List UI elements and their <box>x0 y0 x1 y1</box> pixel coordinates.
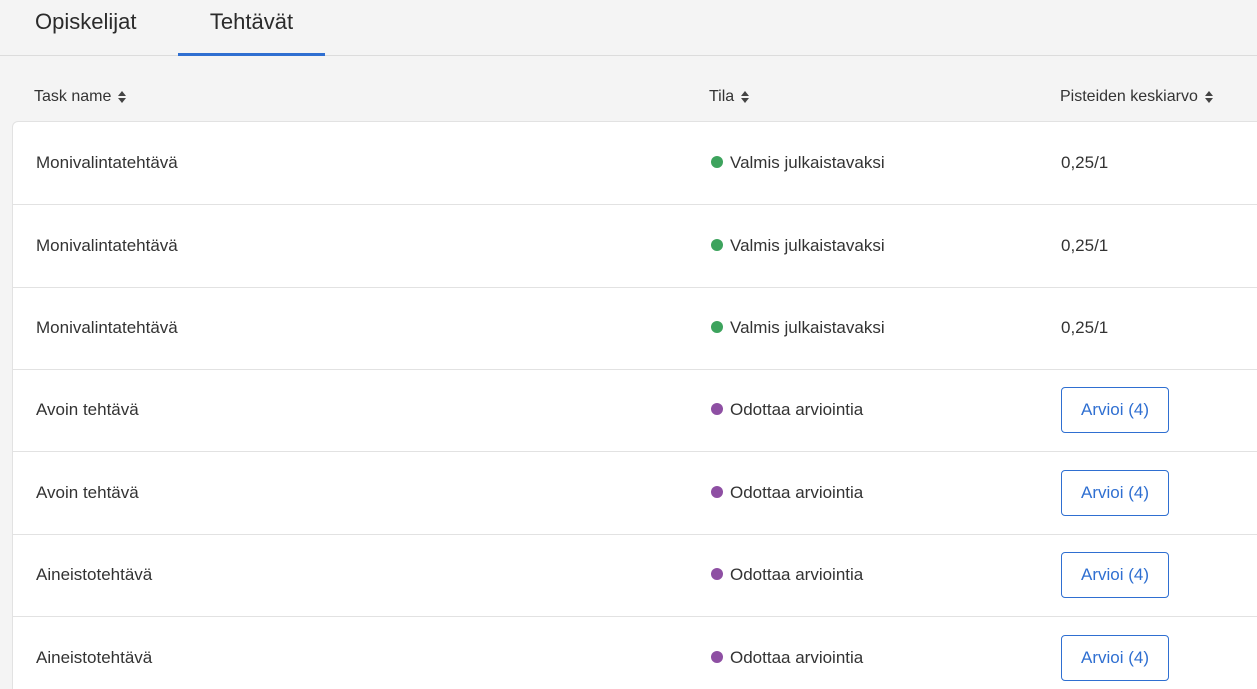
status: Valmis julkaistavaksi <box>711 287 885 369</box>
table-row[interactable]: Aineistotehtävä Odottaa arviointia Arvio… <box>13 617 1257 689</box>
grade-button[interactable]: Arvioi (4) <box>1061 387 1169 433</box>
task-name: Monivalintatehtävä <box>36 153 178 172</box>
score-average: 0,25/1 <box>1061 236 1109 255</box>
column-header-label: Tila <box>709 88 735 105</box>
grade-button[interactable]: Arvioi (4) <box>1061 470 1169 516</box>
sort-icon <box>117 90 127 104</box>
table-row[interactable]: Avoin tehtävä Odottaa arviointia Arvioi … <box>13 452 1257 535</box>
sort-icon <box>1204 90 1214 104</box>
table-row[interactable]: Monivalintatehtävä Valmis julkaistavaksi… <box>13 205 1257 288</box>
status-label: Valmis julkaistavaksi <box>730 153 885 172</box>
column-header-tila[interactable]: Tila <box>709 86 750 108</box>
table-row[interactable]: Monivalintatehtävä Valmis julkaistavaksi… <box>13 287 1257 370</box>
status-dot-icon <box>711 651 723 663</box>
table-row[interactable]: Aineistotehtävä Odottaa arviointia Arvio… <box>13 534 1257 617</box>
task-name: Monivalintatehtävä <box>36 318 178 337</box>
task-name: Aineistotehtävä <box>36 565 153 584</box>
sort-icon <box>740 90 750 104</box>
status-label: Odottaa arviointia <box>730 648 864 667</box>
status-dot-icon <box>711 486 723 498</box>
status: Odottaa arviointia <box>711 617 863 689</box>
status-dot-icon <box>711 156 723 168</box>
status-label: Odottaa arviointia <box>730 565 864 584</box>
task-name: Aineistotehtävä <box>36 648 153 667</box>
column-header-task-name[interactable]: Task name <box>34 86 127 108</box>
table-row[interactable]: Avoin tehtävä Odottaa arviointia Arvioi … <box>13 369 1257 452</box>
tab-opiskelijat[interactable]: Opiskelijat <box>35 0 136 56</box>
status-dot-icon <box>711 321 723 333</box>
status-label: Odottaa arviointia <box>730 400 864 419</box>
task-name: Monivalintatehtävä <box>36 236 178 255</box>
tab-tehtavat[interactable]: Tehtävät <box>178 0 325 56</box>
column-header-label: Task name <box>34 88 112 105</box>
score-average: 0,25/1 <box>1061 153 1109 172</box>
score-average: 0,25/1 <box>1061 318 1109 337</box>
status-dot-icon <box>711 403 723 415</box>
status-label: Valmis julkaistavaksi <box>730 236 885 255</box>
status: Valmis julkaistavaksi <box>711 205 885 287</box>
column-header-label: Pisteiden keskiarvo <box>1060 88 1198 105</box>
task-table: Monivalintatehtävä Valmis julkaistavaksi… <box>12 121 1257 689</box>
status-dot-icon <box>711 568 723 580</box>
tab-bar: Opiskelijat Tehtävät <box>0 0 1257 56</box>
task-name: Avoin tehtävä <box>36 400 139 419</box>
grade-button[interactable]: Arvioi (4) <box>1061 552 1169 598</box>
status-label: Valmis julkaistavaksi <box>730 318 885 337</box>
status-label: Odottaa arviointia <box>730 483 864 502</box>
grade-button[interactable]: Arvioi (4) <box>1061 635 1169 681</box>
table-row[interactable]: Monivalintatehtävä Valmis julkaistavaksi… <box>13 122 1257 205</box>
status: Odottaa arviointia <box>711 369 863 451</box>
status: Valmis julkaistavaksi <box>711 122 885 204</box>
task-name: Avoin tehtävä <box>36 483 139 502</box>
column-header-pisteiden-keskiarvo[interactable]: Pisteiden keskiarvo <box>1060 86 1214 108</box>
status: Odottaa arviointia <box>711 452 863 534</box>
status-dot-icon <box>711 239 723 251</box>
status: Odottaa arviointia <box>711 534 863 616</box>
